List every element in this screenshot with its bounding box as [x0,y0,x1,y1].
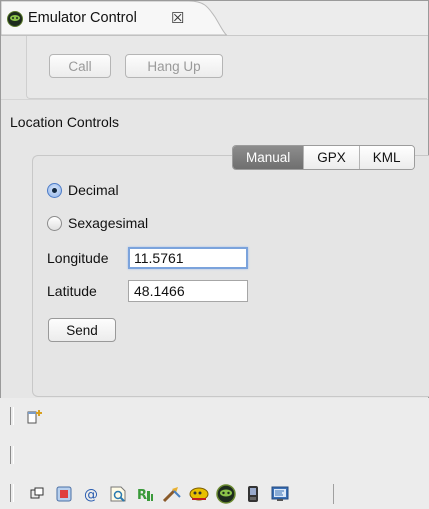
close-icon[interactable]: ☒ [171,9,184,27]
emulator-control-view: Emulator Control ☒ Call Hang Up Location… [0,0,429,398]
restore-view-icon[interactable] [27,409,43,428]
sexagesimal-radio[interactable] [47,215,62,231]
decimal-label: Decimal [68,182,119,198]
call-button[interactable]: Call [49,54,111,78]
section-divider [1,99,428,100]
toolbar-separator [333,484,334,504]
tab-kml[interactable]: KML [358,146,414,169]
decimal-option[interactable]: Decimal [47,182,119,198]
sexagesimal-label: Sexagesimal [68,215,149,231]
at-sign-icon[interactable]: @ [80,484,102,504]
emulator-control-icon[interactable] [215,484,237,504]
trim-toolbar: @ R [26,484,296,504]
view-tab-bar: Emulator Control ☒ [1,1,428,36]
location-controls-title: Location Controls [10,114,119,130]
location-mode-tabs: Manual GPX KML [232,145,415,170]
svg-text:@: @ [84,487,98,502]
logcat-icon[interactable] [269,484,291,504]
svg-text:R: R [137,488,147,503]
hang-up-button[interactable]: Hang Up [125,54,223,78]
tab-gpx[interactable]: GPX [303,146,359,169]
latitude-label: Latitude [47,283,97,299]
trim-handle[interactable] [10,446,14,464]
tab-emulator-control[interactable]: Emulator Control ☒ [1,1,227,36]
heap-icon[interactable]: R [134,484,156,504]
latitude-field[interactable] [128,280,248,302]
device-icon[interactable] [242,484,264,504]
tab-title: Emulator Control [28,10,137,26]
allocation-icon[interactable] [188,484,210,504]
file-explorer-icon[interactable] [107,484,129,504]
sexagesimal-option[interactable]: Sexagesimal [47,215,148,231]
longitude-label: Longitude [47,250,109,266]
longitude-field[interactable] [128,247,248,269]
threads-icon[interactable] [161,484,183,504]
trim-handle[interactable] [10,484,14,502]
telephony-actions: Call Hang Up [26,36,427,99]
tab-manual[interactable]: Manual [233,146,304,169]
trim-handle[interactable] [10,407,14,425]
devices-icon[interactable] [53,484,75,504]
send-button[interactable]: Send [48,318,116,342]
decimal-radio[interactable] [47,182,62,198]
window-layout-icon[interactable] [26,484,48,504]
